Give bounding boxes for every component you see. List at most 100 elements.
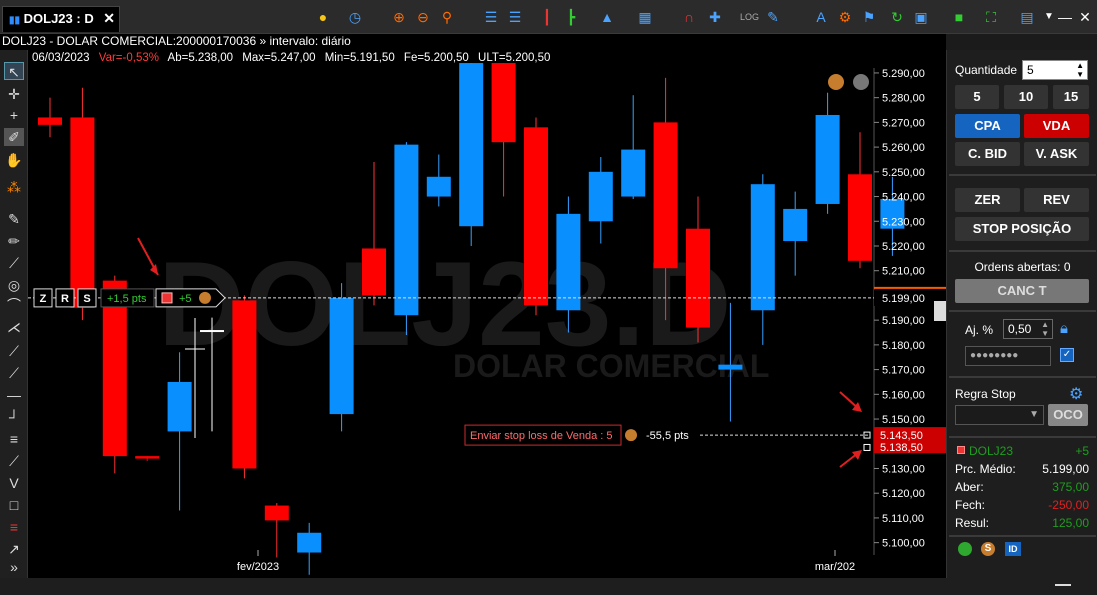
hand-icon[interactable]: ✋ [4, 151, 24, 169]
open-pnl-label: Aber: [955, 480, 984, 494]
indicator-list-icon[interactable]: ☰ [506, 8, 524, 26]
candle-icon[interactable]: ┃ [538, 8, 556, 26]
result-label: Resul: [955, 516, 990, 530]
buy-bid-button[interactable]: C. BID [955, 142, 1020, 166]
minimize-bar-icon[interactable] [1055, 584, 1071, 586]
stop-rule-dropdown[interactable]: ▼ [955, 405, 1044, 425]
refresh-icon[interactable]: ↻ [888, 8, 906, 26]
pointer-icon[interactable]: ↖ [4, 62, 24, 80]
confirm-checkbox[interactable]: ✓ [1060, 348, 1074, 362]
close-tab-icon[interactable]: ✕ [103, 10, 115, 27]
qty-10-button[interactable]: 10 [1004, 85, 1048, 109]
text-tool-icon[interactable]: ┘ [4, 408, 24, 426]
position-button-label: R [61, 293, 69, 305]
oco-button[interactable]: OCO [1048, 404, 1088, 426]
grid-icon[interactable]: ▤ [1018, 8, 1036, 26]
image-icon[interactable]: ▣ [912, 8, 930, 26]
price-label: 5.290,00 [882, 68, 925, 80]
zoom-out-icon[interactable]: ⊖ [414, 8, 432, 26]
more-tools-icon[interactable]: » [4, 558, 24, 576]
order-panel: Quantidade 5 ▲ ▼ 5 10 15 CPA VDA C. BID V… [946, 50, 1097, 578]
qty-input[interactable]: 5 ▲ ▼ [1022, 60, 1088, 80]
palette-icon[interactable]: ■ [950, 8, 968, 26]
closed-pnl-value: -250,00 [1048, 498, 1089, 512]
candlestick-chart[interactable]: DOLJ23.D DOLAR COMERCIAL 5.290,005.280,0… [28, 50, 946, 578]
color-dots-icon[interactable]: ⁂ [4, 178, 24, 196]
rectangle-tool-icon[interactable]: □ [4, 496, 24, 514]
arc-tool-icon[interactable]: ⌒ [4, 296, 24, 314]
price-label: 5.260,00 [882, 142, 925, 154]
candle-body [426, 176, 451, 197]
candle-body [718, 364, 743, 370]
highlighter-icon[interactable]: ✏ [4, 232, 24, 250]
gear-icon[interactable]: ⚙ [836, 8, 854, 26]
crosshair-icon[interactable]: ✚ [706, 8, 724, 26]
channel-tool-icon[interactable]: ⟋ [4, 452, 24, 470]
stop-settings-gear-icon[interactable]: ⚙ [1069, 384, 1083, 404]
sell-button[interactable]: VDA [1024, 114, 1089, 138]
lines-tool-icon[interactable]: ≡ [4, 430, 24, 448]
crosshair-tool-icon[interactable]: ✛ [4, 85, 24, 103]
qty-stepper-icon[interactable]: ▲ ▼ [1076, 61, 1084, 79]
id-icon[interactable]: ID [1005, 542, 1021, 556]
clock-icon[interactable]: ◷ [346, 8, 364, 26]
tab-dolj23[interactable]: ▮▮ DOLJ23 : D ✕ [2, 6, 120, 32]
qty-5-button[interactable]: 5 [955, 85, 999, 109]
candle-body [653, 122, 678, 269]
qty-label: Quantidade [955, 63, 1018, 77]
reverse-button[interactable]: REV [1024, 188, 1089, 212]
bars-icon[interactable]: ┣ [562, 8, 580, 26]
zoom-in-icon[interactable]: ⊕ [390, 8, 408, 26]
candle-body [815, 114, 840, 204]
minimize-icon[interactable]: — [1056, 8, 1074, 26]
app-window: ▮▮ DOLJ23 : D ✕ ● ◷ ⊕ ⊖ ⚲ ☰ ☰ ┃ ┣ ▲ ▦ ∩ … [0, 0, 1097, 595]
stop-position-button[interactable]: STOP POSIÇÃO [955, 217, 1089, 241]
zoom-icon[interactable]: ⚲ [438, 8, 456, 26]
candle-body [38, 117, 62, 125]
wrench-icon[interactable]: ✎ [764, 8, 782, 26]
adjust-stepper-icon[interactable]: ▲ ▼ [1041, 320, 1049, 338]
flag-icon[interactable]: ⚑ [860, 8, 878, 26]
candle-body [848, 174, 872, 261]
magnet-icon[interactable]: ∩ [680, 8, 698, 26]
price-label: 5.130,00 [882, 463, 925, 475]
strategy-icon[interactable]: S [981, 542, 995, 556]
circle-tool-icon[interactable]: ◎ [4, 276, 24, 294]
password-field[interactable]: ●●●●●●●● [965, 346, 1051, 366]
polyline-tool-icon[interactable]: ⟋ [4, 364, 24, 382]
price-label: 5.240,00 [882, 192, 925, 204]
arrow-tool-icon[interactable]: ↗ [4, 540, 24, 558]
log-icon[interactable]: LOG [740, 8, 759, 26]
cancel-all-button[interactable]: CANC T [955, 279, 1089, 303]
stop-price-label: 5.143,50 [880, 430, 923, 442]
hline-tool-icon[interactable]: — [4, 386, 24, 404]
lock-icon[interactable]: 🔒︎ [1060, 320, 1068, 337]
stripes-tool-icon[interactable]: ≡ [4, 518, 24, 536]
close-window-icon[interactable]: ✕ [1076, 8, 1094, 26]
position-button-label: S [83, 293, 90, 305]
fibonacci-tool-icon[interactable]: V [4, 474, 24, 492]
ruler-icon[interactable]: ✐ [4, 128, 24, 146]
candle-body [750, 184, 775, 311]
chart-area[interactable]: 06/03/2023 Var=-0,53% Ab=5.238,00 Max=5.… [28, 50, 946, 578]
buy-button[interactable]: CPA [955, 114, 1020, 138]
alpha-icon[interactable]: A [812, 8, 830, 26]
fan-tool-icon[interactable]: ⋌ [4, 318, 24, 336]
shapes-icon[interactable]: ▲ [598, 8, 616, 26]
layout-icon[interactable]: ▦ [636, 8, 654, 26]
adjust-input[interactable]: 0,50 ▲ ▼ [1003, 319, 1053, 339]
lightbulb-icon[interactable]: ● [314, 8, 332, 26]
price-label: 5.180,00 [882, 340, 925, 352]
add-indicator-icon[interactable]: ☰ [482, 8, 500, 26]
line-tool-icon[interactable]: ⟋ [4, 254, 24, 272]
fullscreen-icon[interactable]: ⛶ [982, 8, 1000, 26]
avg-price-label: Prc. Médio: [955, 462, 1016, 476]
zero-button[interactable]: ZER [955, 188, 1020, 212]
pen-icon[interactable]: ✎ [4, 210, 24, 228]
sell-ask-button[interactable]: V. ASK [1024, 142, 1089, 166]
plus-tool-icon[interactable]: + [4, 106, 24, 124]
candle-body [264, 505, 289, 521]
qty-15-button[interactable]: 15 [1053, 85, 1089, 109]
chart-icon: ▮▮ [9, 15, 21, 26]
segment-tool-icon[interactable]: ⟋ [4, 342, 24, 360]
